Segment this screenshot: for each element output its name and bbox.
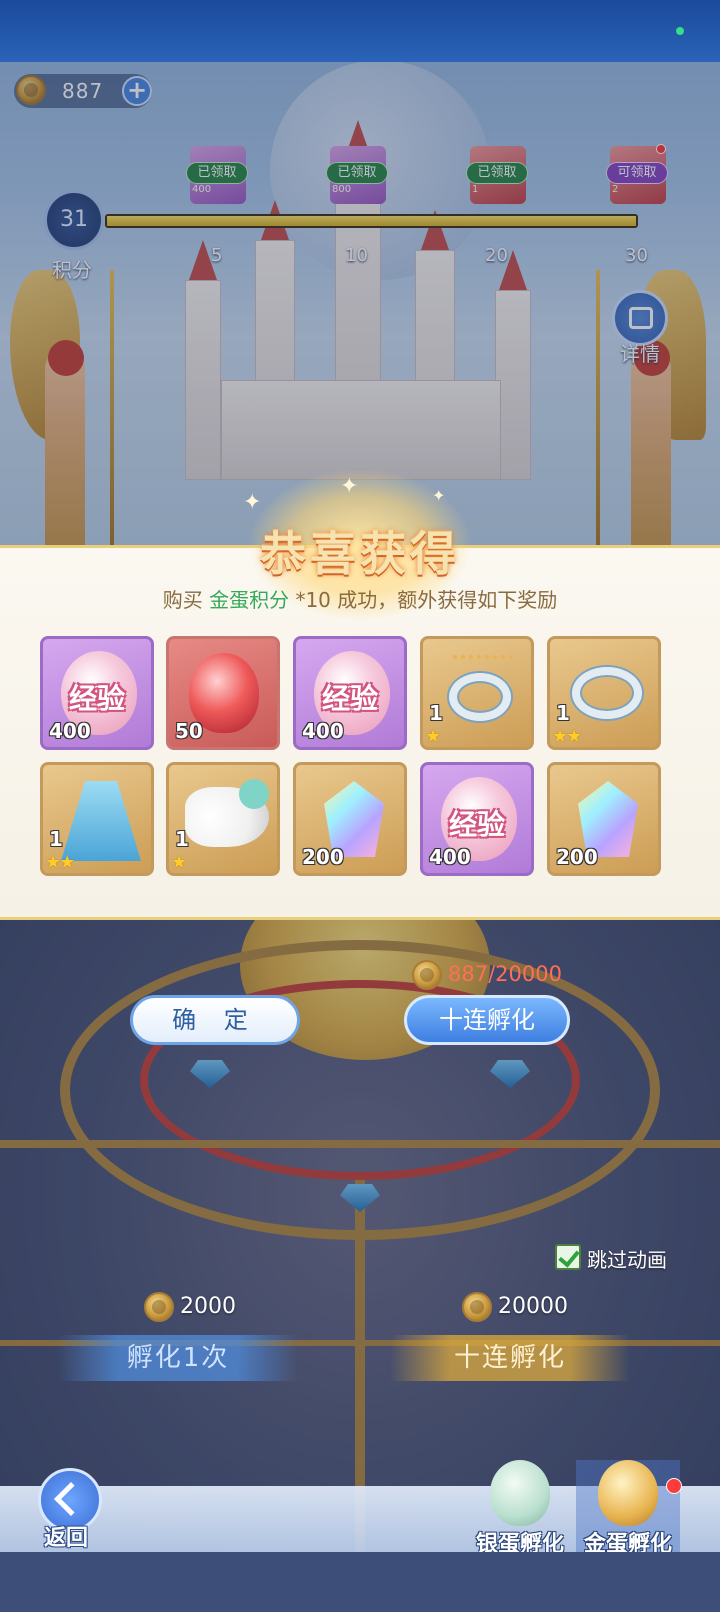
item-label: 经验 [68,682,125,715]
star-rating-icon: ★ [425,726,441,747]
gold-coin-icon [412,960,442,990]
reward-item-crystal[interactable]: 200 [293,762,407,876]
item-qty: 1 [429,701,443,725]
reward-item-ruby[interactable]: 50 [166,636,280,750]
skip-animation-label: 跳过动画 [587,1248,667,1272]
system-nav-bar [0,1552,720,1612]
tab-silver-egg[interactable]: 银蛋孵化 [468,1460,572,1560]
msg-prefix: 购买 [162,588,210,612]
chain-decoration [453,655,513,669]
status-indicator [676,27,684,35]
hatch-once-button[interactable]: 孵化1次 [58,1335,298,1381]
confirm-button[interactable]: 确 定 [130,995,300,1045]
item-label: 经验 [321,682,378,715]
silver-egg-icon [490,1460,550,1526]
back-arrow-icon [54,1482,88,1516]
ten-hatch-cost-value: 887/20000 [448,962,562,986]
reward-item-exp[interactable]: 经验 400 [293,636,407,750]
skip-animation-checkbox[interactable] [555,1244,581,1270]
single-hatch-price-value: 2000 [180,1294,236,1319]
star-rating-icon: ★★ [45,852,75,873]
sparkle-icon: ✦ [432,486,446,505]
back-label: 返回 [44,1526,89,1551]
msg-qty: *10 [289,588,331,612]
gold-coin-icon [462,1292,492,1322]
ten-hatch-button[interactable]: 十连孵化 [404,995,570,1045]
item-qty: 200 [302,845,344,869]
item-qty: 400 [429,845,471,869]
ten-hatch-price-value: 20000 [498,1294,568,1319]
item-qty: 400 [49,719,91,743]
reward-item-crystal[interactable]: 200 [547,762,661,876]
star-rating-icon: ★★ [552,726,582,747]
cloak-icon [61,781,141,861]
reward-item-exp[interactable]: 经验 400 [40,636,154,750]
popup-title: 恭喜获得 [260,527,460,581]
item-qty: 50 [175,719,203,743]
item-qty: 200 [556,845,598,869]
star-rating-icon: ★ [171,852,187,873]
msg-item: 金蛋积分 [209,588,290,612]
hatch-ten-button[interactable]: 十连孵化 [390,1335,630,1381]
popup-message: 购买 金蛋积分 *10 成功，额外获得如下奖励 [0,584,720,613]
item-label: 经验 [448,808,505,841]
tab-gold-egg[interactable]: 金蛋孵化 [576,1460,680,1560]
item-qty: 400 [302,719,344,743]
item-qty: 1 [175,827,189,851]
reward-item-exp[interactable]: 经验 400 [420,762,534,876]
reward-item-ring[interactable]: 1 ★ [420,636,534,750]
gold-coin-icon [144,1292,174,1322]
notification-dot [666,1478,682,1494]
reward-item-ring-gem[interactable]: 1 ★★ [547,636,661,750]
reward-item-horn[interactable]: 1 ★ [166,762,280,876]
status-bar [0,0,720,62]
sparkle-icon: ✦ [243,490,262,515]
ring-icon [449,673,511,721]
msg-suffix: 成功，额外获得如下奖励 [330,588,558,612]
item-qty: 1 [49,827,63,851]
ring-icon [572,667,642,719]
sparkle-icon: ✦ [340,474,359,499]
gold-egg-icon [598,1460,658,1526]
horn-ornament [239,779,269,809]
reward-item-cloak[interactable]: 1 ★★ [40,762,154,876]
item-qty: 1 [556,701,570,725]
